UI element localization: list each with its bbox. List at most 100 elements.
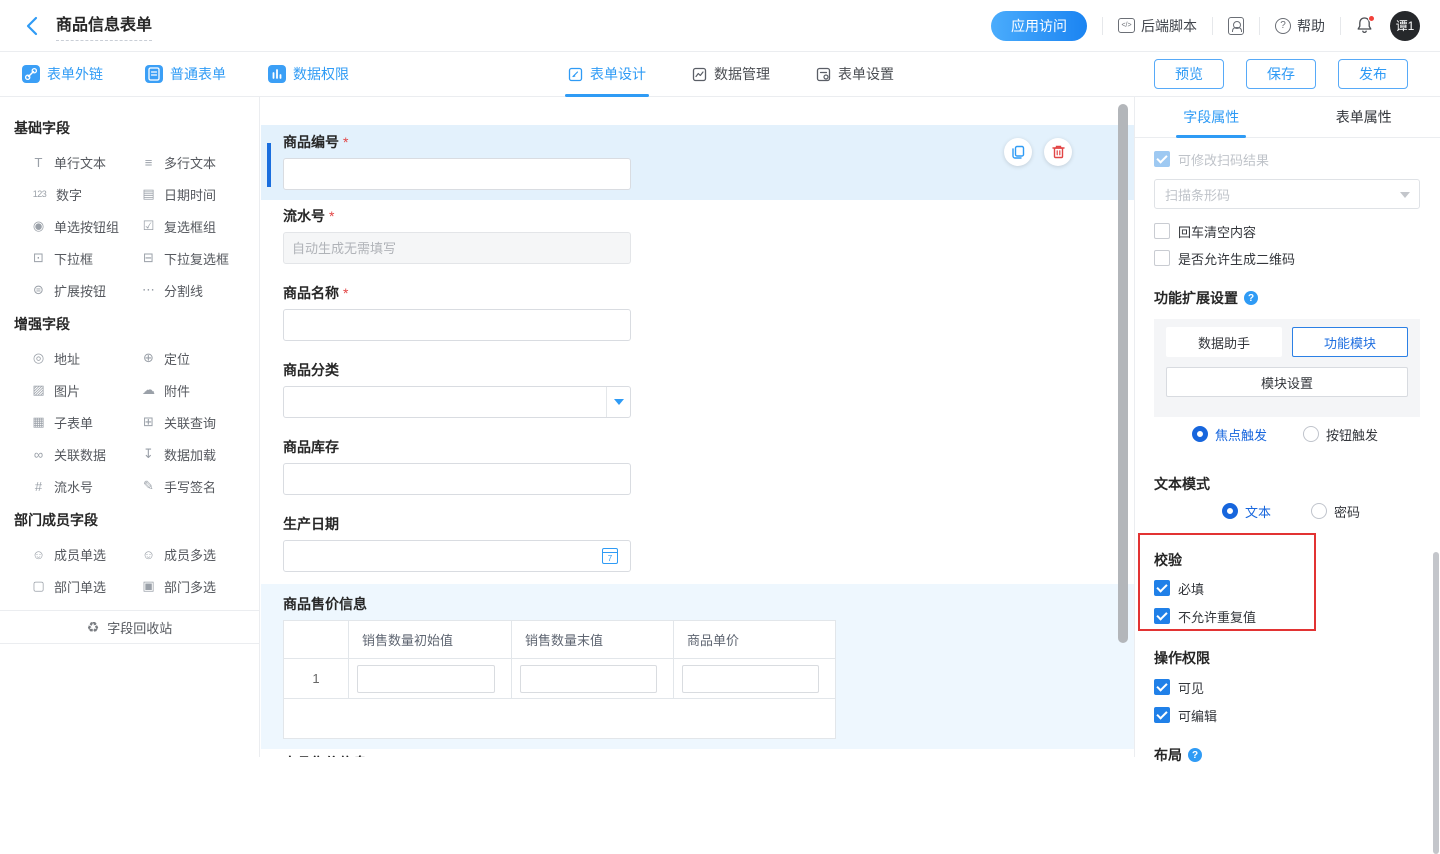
sidebar-item-dropdown[interactable]: ⊡下拉框: [30, 242, 140, 274]
radio-unselected[interactable]: [1303, 426, 1319, 442]
no-duplicate-option[interactable]: 不允许重复值: [1154, 608, 1420, 624]
sidebar-item-dept-single[interactable]: ▢部门单选: [30, 570, 140, 602]
copy-icon: [1010, 144, 1026, 160]
field-product-name[interactable]: 商品名称*: [283, 285, 1134, 341]
tab-form-design[interactable]: 表单设计: [568, 52, 646, 96]
radio-selected[interactable]: [1222, 503, 1238, 519]
data-permission-button[interactable]: 数据权限: [268, 64, 349, 84]
function-module-button[interactable]: 功能模块: [1292, 327, 1408, 357]
sidebar-item-dept-multi[interactable]: ▣部门多选: [140, 570, 259, 602]
dept-single-icon: ▢: [30, 578, 47, 594]
text-mode-text-option[interactable]: 文本: [1222, 502, 1271, 521]
checkbox-checked[interactable]: [1154, 679, 1170, 695]
checkbox-unchecked[interactable]: [1154, 223, 1170, 239]
normal-form-button[interactable]: 普通表单: [145, 64, 226, 84]
help-circle-icon[interactable]: ?: [1188, 748, 1202, 762]
app-access-button[interactable]: 应用访问: [991, 11, 1087, 41]
sidebar-item-related-query[interactable]: ⊞关联查询: [140, 406, 259, 438]
clear-on-enter-option[interactable]: 回车清空内容: [1154, 223, 1420, 239]
panel-scrollbar[interactable]: [1433, 552, 1439, 854]
tab-form-properties[interactable]: 表单属性: [1288, 97, 1440, 137]
sidebar-item-dropdown-multi[interactable]: ⊟下拉复选框: [140, 242, 259, 274]
copy-field-button[interactable]: [1004, 138, 1032, 166]
data-assistant-button[interactable]: 数据助手: [1166, 327, 1282, 357]
production-date-input[interactable]: [283, 540, 631, 572]
checkbox-unchecked[interactable]: [1154, 250, 1170, 266]
radio-unselected[interactable]: [1311, 503, 1327, 519]
avatar[interactable]: 谭1: [1390, 11, 1420, 41]
sidebar-item-member-multi[interactable]: ☺成员多选: [140, 538, 259, 570]
sidebar-item-image[interactable]: ▨图片: [30, 374, 140, 406]
form-external-link-button[interactable]: 表单外链: [22, 64, 103, 84]
field-production-date[interactable]: 生产日期 7: [283, 516, 1134, 572]
sidebar-item-single-line-text[interactable]: T单行文本: [30, 146, 140, 178]
checkbox-checked[interactable]: [1154, 580, 1170, 596]
back-button[interactable]: [26, 15, 40, 37]
save-button[interactable]: 保存: [1246, 59, 1316, 89]
sidebar-item-member-single[interactable]: ☺成员单选: [30, 538, 140, 570]
selected-field-accent-bar: [267, 143, 271, 187]
trash-icon: [1051, 144, 1066, 160]
backend-script-button[interactable]: </> 后端脚本: [1118, 16, 1197, 36]
sidebar-item-radio-group[interactable]: ◉单选按钮组: [30, 210, 140, 242]
sales-qty-end-input[interactable]: [520, 665, 657, 693]
help-button[interactable]: ? 帮助: [1275, 16, 1325, 36]
scan-editable-option[interactable]: 可修改扫码结果: [1154, 151, 1420, 167]
page-title[interactable]: 商品信息表单: [56, 11, 152, 41]
sidebar-item-extend-button[interactable]: ⊜扩展按钮: [30, 274, 140, 306]
allow-qrcode-option[interactable]: 是否允许生成二维码: [1154, 250, 1420, 266]
editable-option[interactable]: 可编辑: [1154, 707, 1420, 723]
member-multi-icon: ☺: [140, 547, 157, 562]
radio-icon: ◉: [30, 218, 47, 234]
sidebar-item-divider-line[interactable]: ⋯分割线: [140, 274, 259, 306]
preview-button[interactable]: 预览: [1154, 59, 1224, 89]
product-stock-input[interactable]: [283, 463, 631, 495]
checkbox-checked[interactable]: [1154, 608, 1170, 624]
canvas-scrollbar[interactable]: [1118, 104, 1128, 643]
sales-qty-start-input[interactable]: [357, 665, 495, 693]
sidebar-item-multi-line-text[interactable]: ≡多行文本: [140, 146, 259, 178]
form-toolbar: 表单外链 普通表单 数据权限 表单设计 数据管理 表单设置 预览 保存 发布: [0, 52, 1440, 97]
sidebar-item-datetime[interactable]: ▤日期时间: [140, 178, 259, 210]
sidebar-item-checkbox-group[interactable]: ☑复选框组: [140, 210, 259, 242]
sidebar-item-related-data[interactable]: ∞关联数据: [30, 438, 140, 470]
tab-field-properties[interactable]: 字段属性: [1135, 97, 1288, 137]
sidebar-item-location[interactable]: ⊕定位: [140, 342, 259, 374]
field-recycle-bin-button[interactable]: ♻ 字段回收站: [0, 611, 259, 644]
sidebar-item-signature[interactable]: ✎手写签名: [140, 470, 259, 502]
tab-form-settings[interactable]: 表单设置: [816, 52, 894, 96]
sidebar-item-number[interactable]: 123数字: [30, 178, 140, 210]
extension-settings-box: 数据助手 功能模块 模块设置: [1154, 319, 1420, 417]
validation-title: 校验: [1154, 552, 1420, 568]
tab-data-management[interactable]: 数据管理: [692, 52, 770, 96]
trigger-focus-option[interactable]: 焦点触发: [1192, 425, 1267, 444]
product-name-input[interactable]: [283, 309, 631, 341]
sidebar-item-serial-number[interactable]: #流水号: [30, 470, 140, 502]
trigger-button-option[interactable]: 按钮触发: [1303, 425, 1378, 444]
sidebar-item-data-load[interactable]: ↧数据加载: [140, 438, 259, 470]
delete-field-button[interactable]: [1044, 138, 1072, 166]
field-product-code[interactable]: 商品编号*: [261, 125, 1134, 200]
sidebar-item-subform[interactable]: ▦子表单: [30, 406, 140, 438]
notification-bell-button[interactable]: [1356, 16, 1374, 36]
publish-button[interactable]: 发布: [1338, 59, 1408, 89]
sidebar-item-address[interactable]: ◎地址: [30, 342, 140, 374]
help-circle-icon[interactable]: ?: [1244, 291, 1258, 305]
sidebar-item-attachment[interactable]: ☁附件: [140, 374, 259, 406]
dropdown-caret-button[interactable]: [606, 387, 630, 417]
subform-product-price-info[interactable]: 商品售价信息 销售数量初始值 销售数量末值 商品单价 1: [261, 584, 1134, 749]
field-serial-number[interactable]: 流水号*: [283, 208, 1134, 264]
required-option[interactable]: 必填: [1154, 580, 1420, 596]
calendar-icon[interactable]: 7: [602, 548, 618, 564]
radio-selected[interactable]: [1192, 426, 1208, 442]
text-mode-password-option[interactable]: 密码: [1311, 502, 1360, 521]
contacts-button[interactable]: [1228, 17, 1244, 35]
visible-option[interactable]: 可见: [1154, 679, 1420, 695]
product-code-input[interactable]: [283, 158, 631, 190]
field-product-category[interactable]: 商品分类: [283, 362, 1134, 418]
product-category-select[interactable]: [283, 386, 631, 418]
field-product-stock[interactable]: 商品库存: [283, 439, 1134, 495]
unit-price-input[interactable]: [682, 665, 819, 693]
checkbox-checked[interactable]: [1154, 707, 1170, 723]
module-settings-button[interactable]: 模块设置: [1166, 367, 1408, 397]
